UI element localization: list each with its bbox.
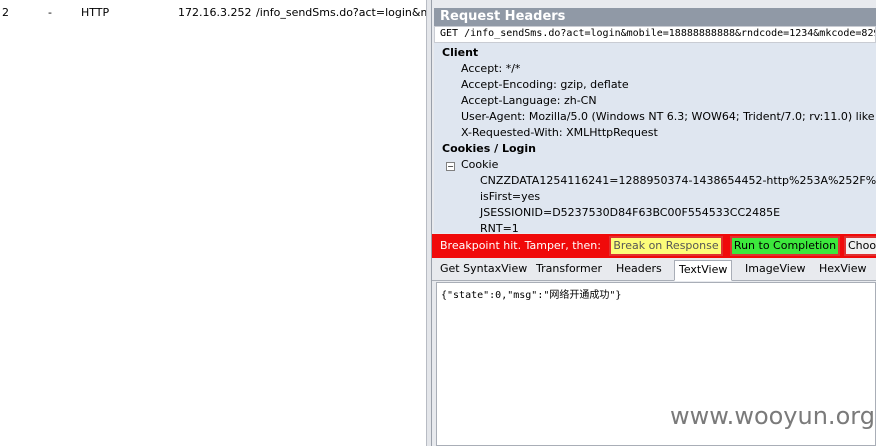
cookie-partial[interactable]: RNT=1 <box>480 222 519 233</box>
choose-response-dropdown[interactable]: Choose <box>844 236 876 256</box>
response-tabs: Get SyntaxView Transformer Headers TextV… <box>432 258 876 281</box>
session-protocol: HTTP <box>81 6 110 19</box>
header-group-client[interactable]: Client <box>442 46 478 59</box>
response-text: {"state":0,"msg":"网络开通成功"} <box>441 290 622 301</box>
tab-hexview[interactable]: HexView <box>815 260 870 280</box>
header-group-cookies[interactable]: Cookies / Login <box>442 142 536 155</box>
session-url: /info_sendSms.do?act=login&mobile <box>256 6 426 19</box>
request-line: GET /info_sendSms.do?act=login&mobile=18… <box>434 26 876 43</box>
header-accept[interactable]: Accept: */* <box>461 62 520 75</box>
inspector-pane: Request Headers GET /info_sendSms.do?act… <box>432 0 876 446</box>
tab-headers[interactable]: Headers <box>612 260 666 280</box>
tab-get-syntaxview[interactable]: Get SyntaxView <box>436 260 531 280</box>
run-to-completion-button[interactable]: Run to Completion <box>730 236 840 256</box>
cookie-isfirst[interactable]: isFirst=yes <box>480 190 540 203</box>
header-accept-language[interactable]: Accept-Language: zh-CN <box>461 94 597 107</box>
watermark: www.wooyun.org <box>670 402 875 430</box>
breakpoint-bar: Breakpoint hit. Tamper, then: Break on R… <box>432 234 876 258</box>
cookie-node[interactable]: Cookie <box>461 158 498 171</box>
tab-imageview[interactable]: ImageView <box>741 260 810 280</box>
header-accept-encoding[interactable]: Accept-Encoding: gzip, deflate <box>461 78 629 91</box>
session-list: 2 - HTTP 172.16.3.252 /info_sendSms.do?a… <box>0 0 426 446</box>
request-headers-title: Request Headers <box>434 8 876 26</box>
session-row[interactable]: 2 - HTTP 172.16.3.252 /info_sendSms.do?a… <box>0 4 426 22</box>
break-on-response-button[interactable]: Break on Response <box>609 236 723 256</box>
header-x-requested-with[interactable]: X-Requested-With: XMLHttpRequest <box>461 126 658 139</box>
breakpoint-message: Breakpoint hit. Tamper, then: <box>440 239 601 252</box>
tab-transformer[interactable]: Transformer <box>532 260 606 280</box>
session-host: 172.16.3.252 <box>178 6 252 19</box>
session-result: - <box>48 6 52 19</box>
session-number: 2 <box>2 6 9 19</box>
collapse-toggle-icon[interactable]: − <box>446 162 455 171</box>
cookie-cnzzdata[interactable]: CNZZDATA1254116241=1288950374-1438654452… <box>480 174 876 187</box>
header-user-agent[interactable]: User-Agent: Mozilla/5.0 (Windows NT 6.3;… <box>461 110 876 123</box>
tab-textview[interactable]: TextView <box>674 260 733 281</box>
cookie-jsessionid[interactable]: JSESSIONID=D5237530D84F63BC00F554533CC24… <box>480 206 780 219</box>
headers-tree: Client Accept: */* Accept-Encoding: gzip… <box>434 43 876 233</box>
